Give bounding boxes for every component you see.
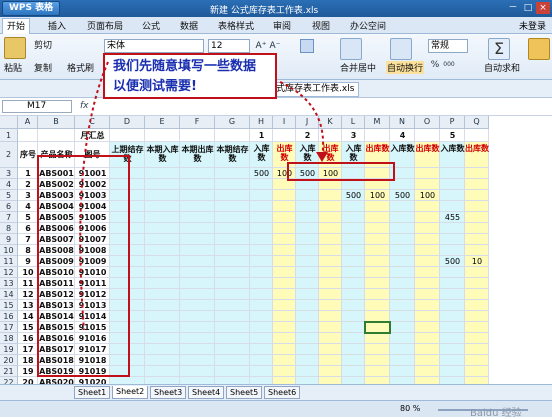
sheet-tab-sheet1[interactable]: Sheet1 [74, 386, 111, 399]
annotation-arrows [79, 61, 328, 331]
sheet-tab-sheet2[interactable]: Sheet2 [112, 386, 149, 399]
sheet-tab-sheet5[interactable]: Sheet5 [226, 386, 263, 399]
sheet-tab-sheet4[interactable]: Sheet4 [188, 386, 225, 399]
sheet-tab-sheet3[interactable]: Sheet3 [150, 386, 187, 399]
sheet-tab-sheet6[interactable]: Sheet6 [264, 386, 301, 399]
arrow-to-products [79, 61, 109, 331]
sheet-tab-bar: Sheet1 Sheet2 Sheet3 Sheet4 Sheet5 Sheet6 [0, 384, 552, 400]
status-bar: 80 % Baidu 经验 [0, 400, 552, 419]
zoom-level[interactable]: 80 % [400, 404, 420, 413]
arrow-to-values [279, 81, 324, 159]
arrow-head [316, 152, 328, 162]
